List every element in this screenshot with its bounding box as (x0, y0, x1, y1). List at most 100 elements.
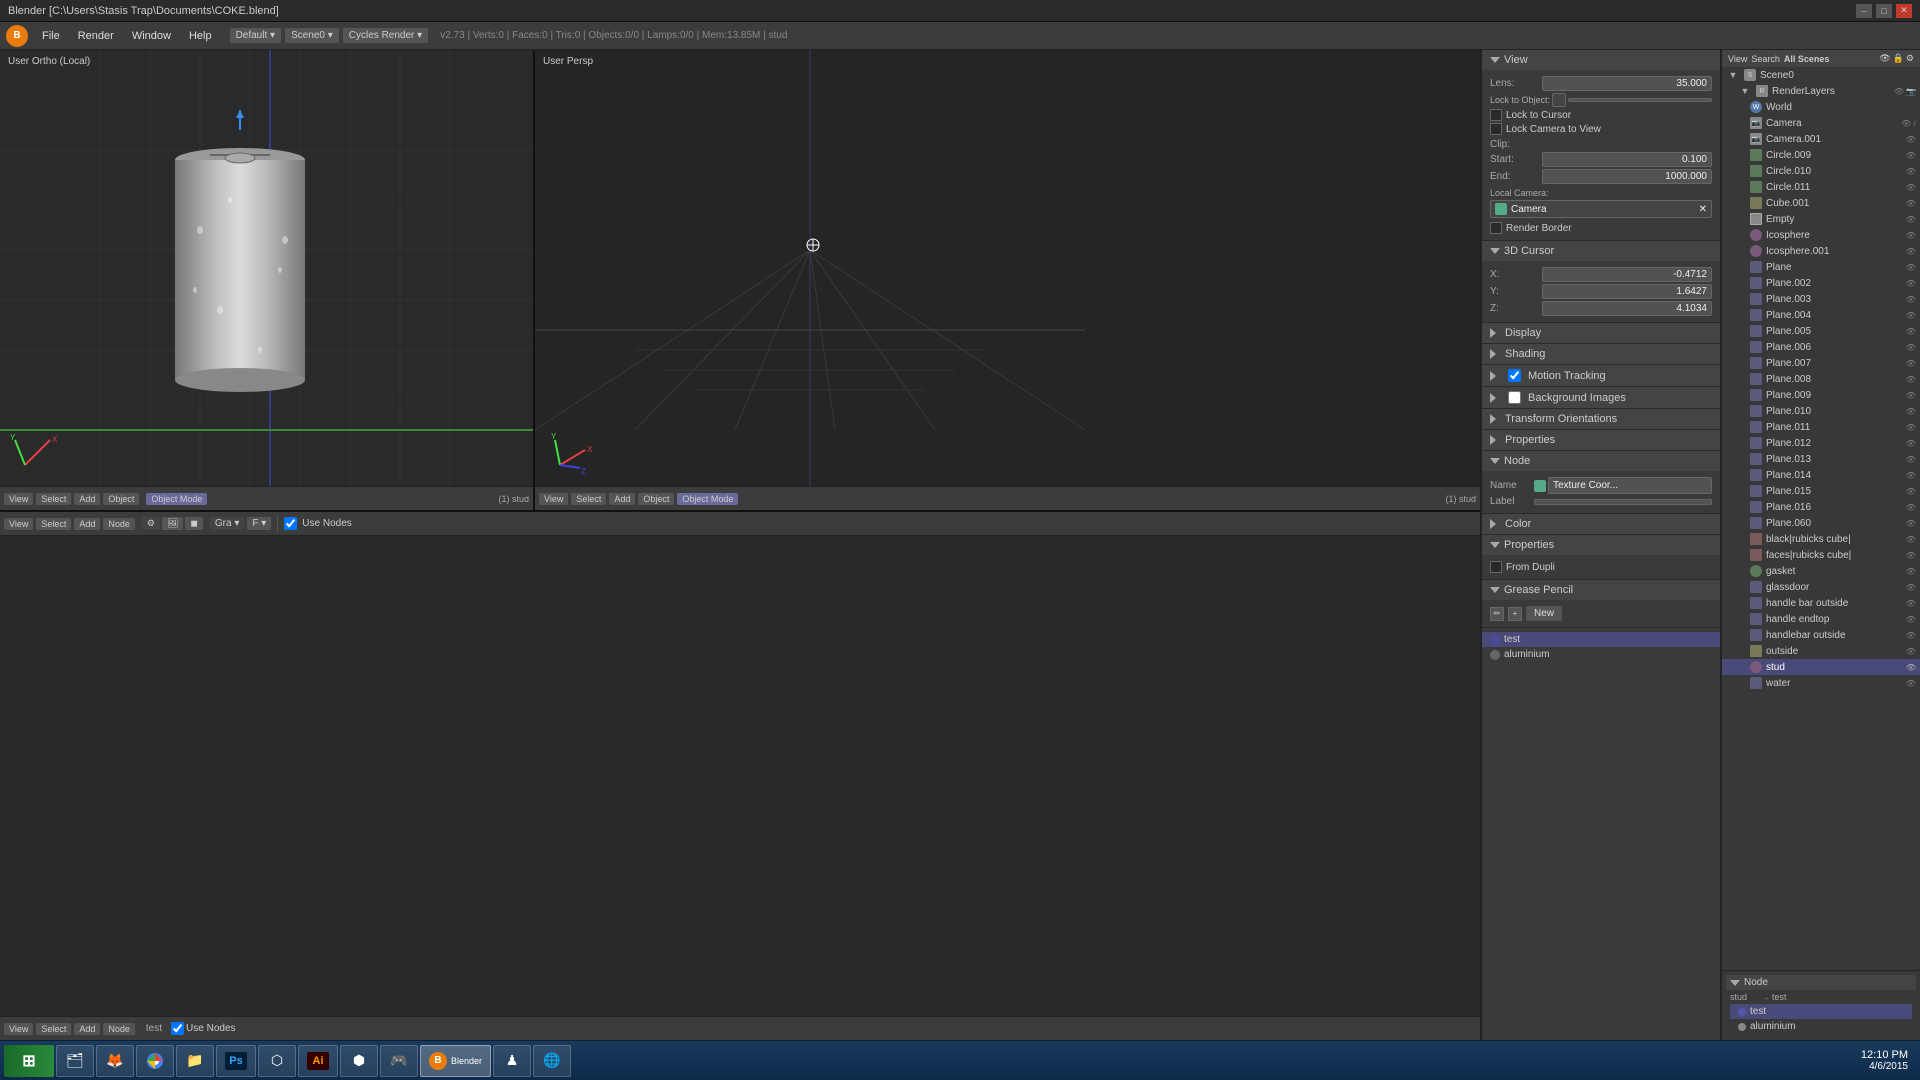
menu-file[interactable]: File (34, 27, 68, 45)
ne-add2-btn[interactable]: Add (74, 1023, 100, 1035)
cursor-z-value[interactable]: 4.1034 (1542, 301, 1712, 316)
camera-close[interactable]: ✕ (1699, 204, 1707, 215)
ne-view2-btn[interactable]: View (4, 1023, 33, 1035)
bg-images-check[interactable] (1508, 391, 1521, 404)
outliner-plane013[interactable]: Plane.013 👁 (1722, 451, 1920, 467)
cam001-eye[interactable]: 👁 (1906, 135, 1916, 144)
plane007-eye[interactable]: 👁 (1906, 359, 1916, 368)
plane002-eye[interactable]: 👁 (1906, 279, 1916, 288)
plane011-eye[interactable]: 👁 (1906, 423, 1916, 432)
persp-select-btn[interactable]: Select (571, 493, 606, 505)
render-border-check[interactable]: Render Border (1490, 222, 1712, 234)
search-btn-ol[interactable]: Search (1751, 54, 1780, 64)
outliner-plane[interactable]: Plane 👁 (1722, 259, 1920, 275)
rl-cam[interactable]: 📷 (1906, 87, 1916, 96)
cam-eye[interactable]: 👁 (1901, 119, 1911, 128)
taskbar-blender[interactable]: B Blender (420, 1045, 491, 1077)
outliner-glassdoor[interactable]: glassdoor 👁 (1722, 579, 1920, 595)
menu-window[interactable]: Window (124, 27, 179, 45)
cursor-y-value[interactable]: 1.6427 (1542, 284, 1712, 299)
rl-eye[interactable]: 👁 (1894, 87, 1904, 96)
plane010-eye[interactable]: 👁 (1906, 407, 1916, 416)
outliner-plane006[interactable]: Plane.006 👁 (1722, 339, 1920, 355)
node-section-header[interactable]: Node (1482, 451, 1720, 471)
motion-tracking-header[interactable]: Motion Tracking (1482, 365, 1720, 386)
outliner-faces-rubicks[interactable]: faces|rubicks cube| 👁 (1722, 547, 1920, 563)
ne-select2-btn[interactable]: Select (36, 1023, 71, 1035)
plane003-eye[interactable]: 👁 (1906, 295, 1916, 304)
use-nodes-check[interactable] (284, 517, 297, 530)
ortho-toolbar[interactable]: View Select Add Object Object Mode (1) s… (0, 486, 533, 510)
outliner-plane014[interactable]: Plane.014 👁 (1722, 467, 1920, 483)
plane016-eye[interactable]: 👁 (1906, 503, 1916, 512)
outliner-plane016[interactable]: Plane.016 👁 (1722, 499, 1920, 515)
view-btn-ol[interactable]: View (1728, 54, 1747, 64)
outliner-black-rubicks[interactable]: black|rubicks cube| 👁 (1722, 531, 1920, 547)
outliner-camera[interactable]: 📷 Camera 👁 r (1722, 115, 1920, 131)
persp-view-btn[interactable]: View (539, 493, 568, 505)
taskbar-app7[interactable]: 🎮 (380, 1045, 418, 1077)
outliner-gasket[interactable]: gasket 👁 (1722, 563, 1920, 579)
black-rubicks-eye[interactable]: 👁 (1906, 535, 1916, 544)
ne-material-btn[interactable]: F ▾ (247, 517, 271, 530)
outliner-plane010[interactable]: Plane.010 👁 (1722, 403, 1920, 419)
plane004-eye[interactable]: 👁 (1906, 311, 1916, 320)
bg-images-header[interactable]: Background Images (1482, 387, 1720, 408)
camera-field[interactable]: Camera ✕ (1490, 200, 1712, 218)
outliner-world[interactable]: W World (1722, 99, 1920, 115)
ne-texture-btn[interactable]: ◼ (185, 517, 202, 530)
persp-add-btn[interactable]: Add (609, 493, 635, 505)
nl-aluminium-row[interactable]: aluminium (1730, 1019, 1912, 1034)
outliner-plane007[interactable]: Plane.007 👁 (1722, 355, 1920, 371)
ol-icon1[interactable]: 👁 (1879, 53, 1890, 64)
engine-selector[interactable]: Cycles Render ▾ (343, 28, 428, 43)
cube001-eye[interactable]: 👁 (1906, 199, 1916, 208)
taskbar-app8[interactable]: 🌐 (533, 1045, 571, 1077)
transform-orient-header[interactable]: Transform Orientations (1482, 409, 1720, 429)
start-button[interactable]: ⊞ (4, 1045, 54, 1077)
taskbar-app6[interactable]: ⬢ (340, 1045, 378, 1077)
circle011-eye[interactable]: 👁 (1906, 183, 1916, 192)
layout-selector[interactable]: Default ▾ (230, 28, 282, 43)
node-properties-header[interactable]: Properties (1482, 535, 1720, 555)
shading-header[interactable]: Shading (1482, 344, 1720, 364)
cursor-x-value[interactable]: -0.4712 (1542, 267, 1712, 282)
outliner-plane004[interactable]: Plane.004 👁 (1722, 307, 1920, 323)
outliner-plane003[interactable]: Plane.003 👁 (1722, 291, 1920, 307)
cursor-header[interactable]: 3D Cursor (1482, 241, 1720, 261)
plane008-eye[interactable]: 👁 (1906, 375, 1916, 384)
persp-toolbar[interactable]: View Select Add Object Object Mode (1) s… (535, 486, 1480, 510)
outliner-cube001[interactable]: Cube.001 👁 (1722, 195, 1920, 211)
object-mode-btn[interactable]: Object Mode (146, 493, 207, 505)
outliner-circle010[interactable]: Circle.010 👁 (1722, 163, 1920, 179)
gp-new-btn[interactable]: New (1526, 606, 1562, 621)
outliner-plane015[interactable]: Plane.015 👁 (1722, 483, 1920, 499)
outliner-icosphere001[interactable]: Icosphere.001 👁 (1722, 243, 1920, 259)
ico001-eye[interactable]: 👁 (1906, 247, 1916, 256)
menu-help[interactable]: Help (181, 27, 220, 45)
outliner-circle009[interactable]: Circle.009 👁 (1722, 147, 1920, 163)
outliner-plane002[interactable]: Plane.002 👁 (1722, 275, 1920, 291)
taskbar-illustrator[interactable]: Ai (298, 1045, 338, 1077)
outliner-handlebar-outside[interactable]: handlebar outside 👁 (1722, 627, 1920, 643)
viewport-persp[interactable]: User Persp (535, 50, 1480, 510)
minimize-button[interactable]: – (1856, 4, 1872, 18)
use-nodes-check2[interactable] (171, 1022, 184, 1035)
outliner-plane008[interactable]: Plane.008 👁 (1722, 371, 1920, 387)
plane005-eye[interactable]: 👁 (1906, 327, 1916, 336)
persp-mode-btn[interactable]: Object Mode (677, 493, 738, 505)
circle010-eye[interactable]: 👁 (1906, 167, 1916, 176)
taskbar-firefox[interactable]: 🦊 (96, 1045, 134, 1077)
scene-selector[interactable]: Scene0 ▾ (285, 28, 339, 43)
clip-start-value[interactable]: 0.100 (1542, 152, 1712, 167)
handle-bar-eye[interactable]: 👁 (1906, 599, 1916, 608)
viewport-ortho[interactable]: User Ortho (Local) (0, 50, 535, 510)
vp-view-btn[interactable]: View (4, 493, 33, 505)
ico-eye[interactable]: 👁 (1906, 231, 1916, 240)
taskbar-chrome[interactable] (136, 1045, 174, 1077)
taskbar-steam[interactable]: ♟ (493, 1045, 531, 1077)
outliner-plane005[interactable]: Plane.005 👁 (1722, 323, 1920, 339)
clip-end-value[interactable]: 1000.000 (1542, 169, 1712, 184)
node-toolbar-bottom[interactable]: View Select Add Node test Use Nodes (0, 1016, 1480, 1040)
empty-eye[interactable]: 👁 (1906, 215, 1916, 224)
